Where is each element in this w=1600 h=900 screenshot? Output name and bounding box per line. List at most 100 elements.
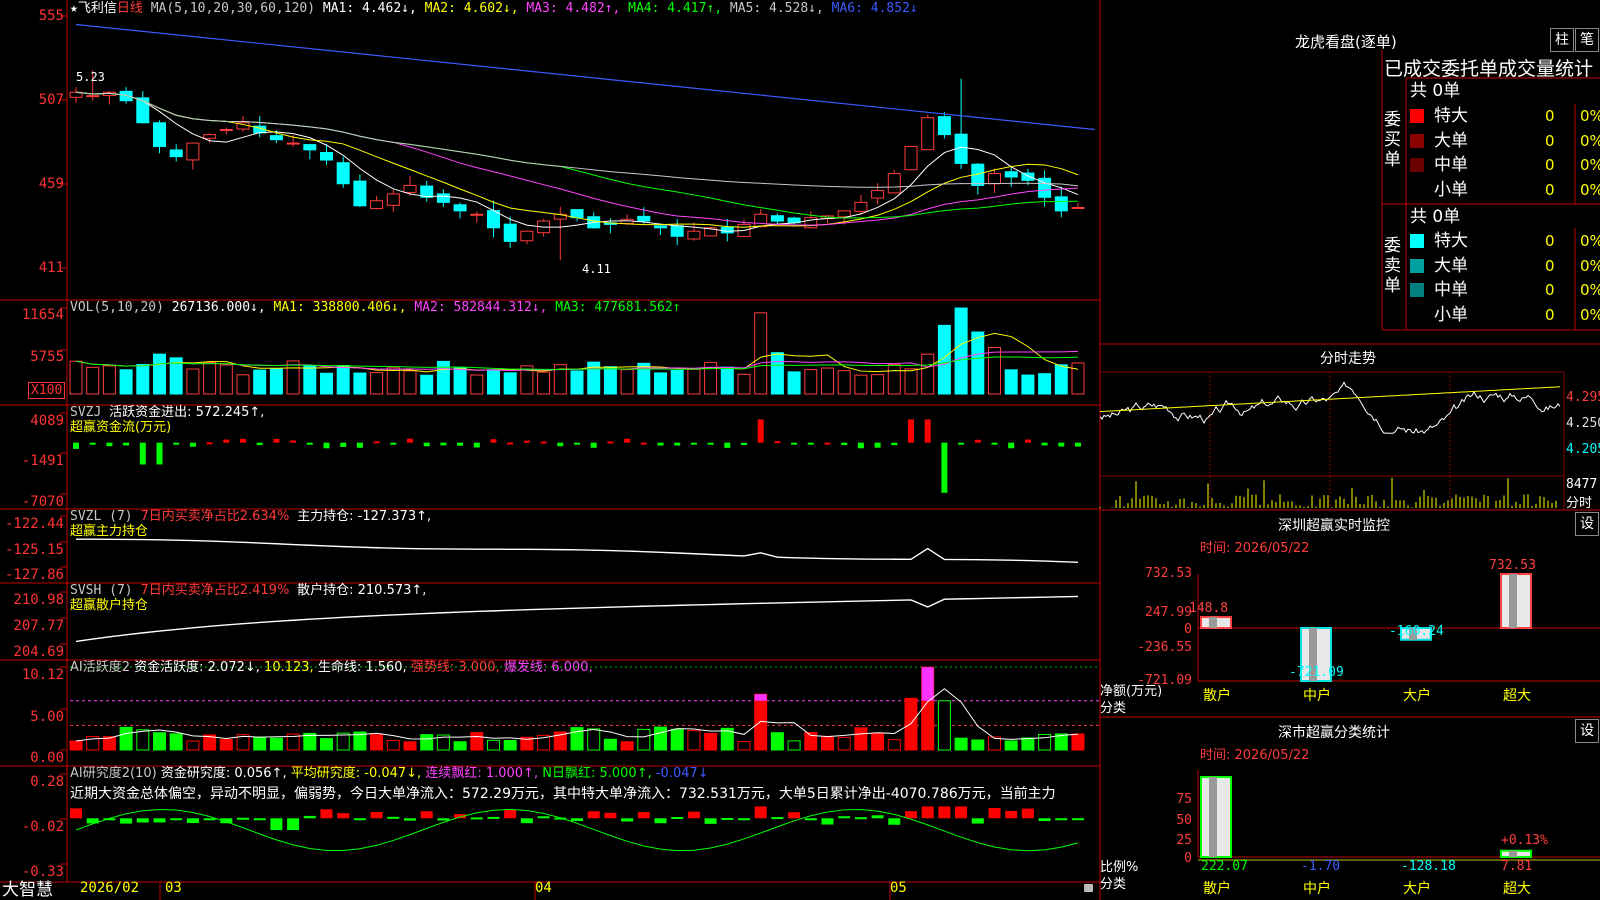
- tick-mode-button[interactable]: 笔: [1575, 28, 1599, 52]
- order-pct: 0%: [1580, 107, 1600, 125]
- candle-body: [570, 209, 584, 219]
- volume-bar: [386, 367, 400, 395]
- svsh-ratio: 7日内买卖净占比2.419%: [140, 583, 290, 598]
- activity-bar: [637, 728, 651, 751]
- research-bar: [921, 806, 934, 819]
- order-pct: 0%: [1580, 305, 1600, 324]
- volume-bar: [603, 366, 617, 395]
- color-swatch-icon: [1410, 308, 1424, 322]
- classify-value-label: 222.07: [1201, 859, 1248, 874]
- money-flow-bar: [774, 441, 781, 444]
- research-bar: [287, 818, 300, 831]
- color-swatch-icon: [1410, 283, 1424, 298]
- candle-body: [436, 193, 450, 203]
- activity-bar: [871, 732, 885, 751]
- classify-settings-button[interactable]: 设: [1575, 719, 1599, 743]
- period-label[interactable]: 日线: [117, 1, 143, 16]
- monitor-category-label: 大户: [1403, 688, 1431, 704]
- lock-icon[interactable]: [1084, 884, 1093, 892]
- activity-bar: [954, 737, 968, 751]
- intraday-axis-label: 4.205: [1566, 442, 1600, 457]
- favorite-star-icon[interactable]: ★: [70, 1, 78, 16]
- research-bar: [136, 818, 149, 823]
- candle-body: [269, 135, 283, 141]
- intraday-vol-label: 分时: [1566, 496, 1593, 511]
- bar-mode-button[interactable]: 柱: [1550, 28, 1574, 52]
- activity-bar: [403, 741, 417, 751]
- order-row: 小单 0 0%: [1410, 178, 1600, 202]
- color-swatch-icon: [1410, 158, 1424, 173]
- activity-bar: [887, 739, 901, 751]
- candle-body: [770, 215, 784, 222]
- money-flow-bar: [807, 442, 814, 445]
- volume-bar: [770, 352, 784, 395]
- money-flow-bar: [574, 442, 580, 445]
- vol-header: VOL(5,10,20) 267136.000↓, MA1: 338800.40…: [70, 300, 681, 316]
- kline-axis-label: 507: [38, 92, 64, 108]
- money-flow-bar: [857, 442, 864, 449]
- money-flow-bar: [557, 442, 564, 447]
- classify-value-label: -128.18: [1401, 859, 1456, 874]
- activity-bar: [587, 728, 601, 751]
- classify-bar-shade: [1209, 777, 1217, 857]
- main-holdings-line: [75, 538, 1079, 563]
- candle-body: [670, 225, 684, 237]
- research-bar: [621, 818, 634, 822]
- research-bar: [170, 818, 183, 821]
- order-row: 小单 0 0%: [1410, 303, 1600, 327]
- ai-research-nday: N日飘红: 5.000↑,: [542, 766, 652, 781]
- research-bar: [821, 818, 834, 825]
- svzl-label: 主力持仓: -127.373↑,: [297, 509, 432, 524]
- chart-canvas[interactable]: [0, 0, 1600, 900]
- money-flow-bar: [373, 441, 380, 444]
- order-row: 中单 0 0%: [1410, 278, 1600, 302]
- svzj-axis-label: -1491: [21, 453, 64, 469]
- intraday-title: 分时走势: [1320, 351, 1376, 367]
- volume-bar: [353, 372, 367, 395]
- ma5-value: MA5: 4.528↓,: [729, 1, 824, 16]
- activity-bar: [821, 735, 834, 751]
- candle-body: [988, 173, 1001, 185]
- volume-bar: [921, 353, 935, 395]
- money-flow-bar: [924, 419, 931, 443]
- brand-logo: 大智慧: [2, 880, 53, 900]
- vol-unit-badge: X100: [28, 382, 66, 399]
- monitor-value-label: 148.8: [1189, 601, 1229, 617]
- volume-bar: [1038, 373, 1052, 395]
- research-bar: [1055, 818, 1068, 821]
- research-bar: [838, 816, 851, 819]
- candle-body: [503, 223, 517, 242]
- money-flow-bar: [1008, 442, 1015, 449]
- activity-bar: [119, 726, 133, 751]
- research-bar: [470, 817, 483, 820]
- volume-bar: [654, 372, 667, 395]
- vol-value: 267136.000↓,: [171, 300, 266, 315]
- ma-line: [75, 91, 1079, 219]
- volume-bar: [854, 374, 868, 395]
- money-flow-bar: [323, 442, 330, 449]
- burst-top: [921, 667, 934, 701]
- ai-research-name: AI研究度2(10): [70, 766, 157, 781]
- ai-active-header: AI活跃度2 资金活跃度: 2.072↓, 10.123, 生命线: 1.560…: [70, 660, 593, 676]
- money-flow-bar: [690, 442, 697, 445]
- ai-active-b: 10.123,: [264, 660, 314, 675]
- classify-title: 深市超赢分类统计: [1278, 725, 1390, 741]
- money-flow-bar: [523, 440, 530, 443]
- research-bar: [1038, 818, 1051, 821]
- candle-body: [403, 184, 417, 193]
- classify-category-label: 大户: [1403, 881, 1431, 897]
- vol-ma2: MA2: 582844.312↓,: [414, 300, 548, 315]
- ai-active-strong: 强势线: 3.000,: [410, 660, 500, 675]
- money-flow-bar: [757, 419, 764, 443]
- candle-body: [1071, 206, 1085, 209]
- stock-name[interactable]: 飞利信: [78, 1, 117, 16]
- money-flow-bar: [123, 442, 130, 446]
- monitor-axis-label: 0: [1184, 622, 1192, 637]
- svsh-subtitle: 超赢散户持仓: [70, 598, 149, 613]
- monitor-value-label: 732.53: [1489, 558, 1536, 573]
- svsh-label: 散户持仓: 210.573↑,: [297, 583, 427, 598]
- money-flow-bar: [139, 442, 146, 465]
- svzl-name: SVZL (7): [70, 509, 133, 524]
- monitor-settings-button[interactable]: 设: [1575, 512, 1599, 536]
- candle-body: [353, 180, 367, 207]
